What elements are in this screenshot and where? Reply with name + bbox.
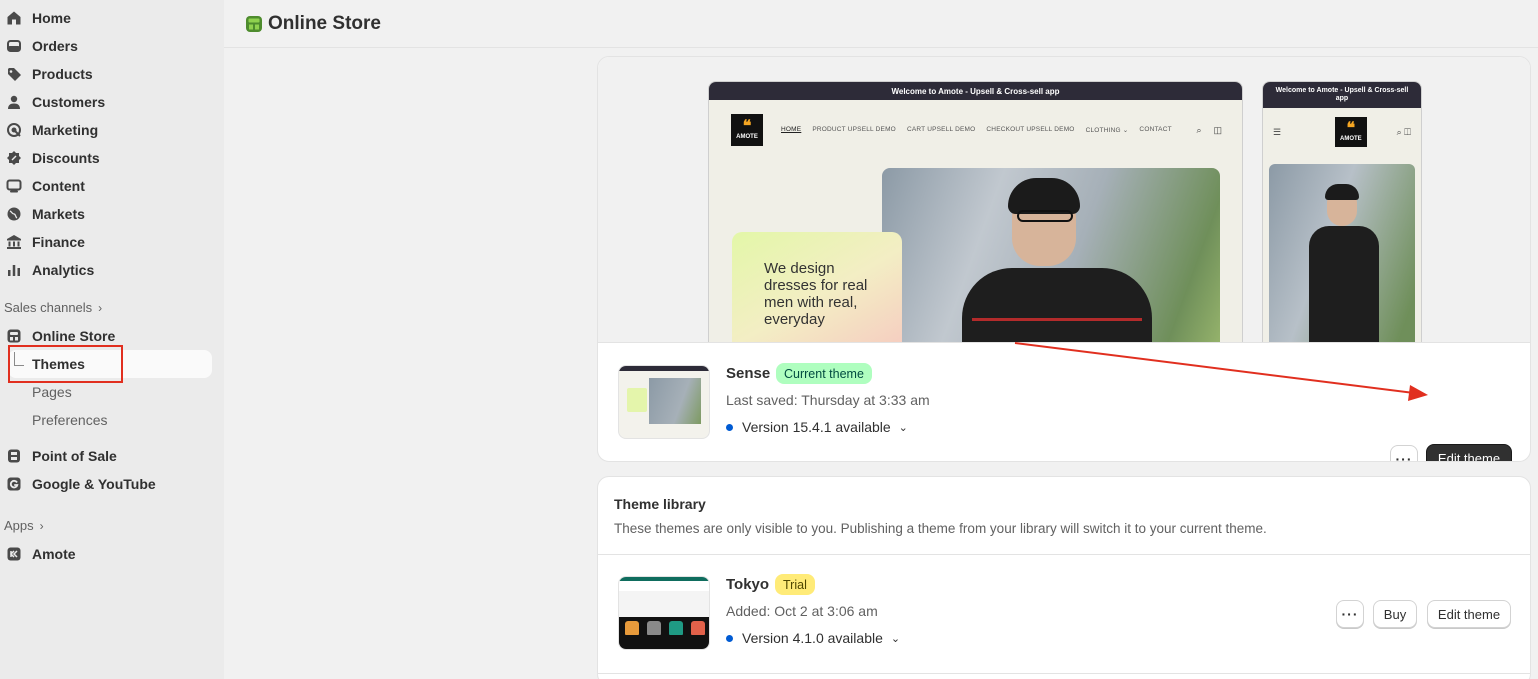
hero-text-card: We design dresses for real men with real… bbox=[732, 232, 902, 342]
status-badge: Trial bbox=[775, 574, 815, 595]
hamburger-menu-icon: ☰ bbox=[1273, 126, 1282, 137]
page-header: Online Store bbox=[224, 0, 1538, 48]
current-theme-card: Welcome to Amote - Upsell & Cross-sell a… bbox=[597, 56, 1531, 462]
sidebar-item-label: Google & YouTube bbox=[32, 476, 156, 492]
tag-icon bbox=[6, 66, 22, 82]
discount-icon bbox=[6, 150, 22, 166]
pos-icon bbox=[6, 448, 22, 464]
theme-preview[interactable]: Welcome to Amote - Upsell & Cross-sell a… bbox=[598, 57, 1530, 343]
bar-chart-icon bbox=[6, 262, 22, 278]
bank-icon bbox=[6, 234, 22, 250]
amote-logo: ❝ AMOTE bbox=[731, 114, 763, 146]
sidebar-item-preferences[interactable]: Preferences bbox=[8, 406, 212, 434]
version-dropdown[interactable]: Version 4.1.0 available ⌄ bbox=[726, 630, 900, 646]
sidebar-item-label: Products bbox=[32, 66, 93, 82]
sidebar-item-discounts[interactable]: Discounts bbox=[0, 144, 212, 172]
sidebar-item-analytics[interactable]: Analytics bbox=[0, 256, 212, 284]
sidebar-item-label: Discounts bbox=[32, 150, 100, 166]
sidebar-item-home[interactable]: Home bbox=[0, 4, 212, 32]
current-theme-row: Sense Current theme Last saved: Thursday… bbox=[598, 343, 1530, 461]
sidebar-item-label: Finance bbox=[32, 234, 85, 250]
cart-icon: ◫ bbox=[1213, 124, 1222, 135]
search-icon: ⌕ bbox=[1196, 124, 1202, 135]
mobile-hero-image bbox=[1269, 164, 1415, 342]
quote-mark-icon: ❝ bbox=[1346, 120, 1356, 137]
store-icon bbox=[6, 328, 22, 344]
search-icon: ⌕ ◫ bbox=[1396, 126, 1411, 137]
quote-mark-icon: ❝ bbox=[742, 118, 752, 135]
more-actions-button[interactable]: ··· bbox=[1336, 600, 1364, 628]
buy-button[interactable]: Buy bbox=[1373, 600, 1417, 628]
chevron-down-icon: ⌄ bbox=[890, 632, 901, 645]
target-icon bbox=[6, 122, 22, 138]
theme-name: Tokyo bbox=[726, 576, 770, 593]
info-dot-icon bbox=[726, 423, 733, 431]
amote-logo: ❝ AMOTE bbox=[1334, 117, 1367, 147]
amote-app-icon bbox=[6, 546, 22, 562]
themes-highlight-annotation bbox=[8, 345, 123, 383]
sidebar-item-customers[interactable]: Customers bbox=[0, 88, 212, 116]
sidebar-item-amote[interactable]: Amote bbox=[0, 540, 212, 568]
edit-theme-button[interactable]: Edit theme bbox=[1427, 600, 1511, 628]
sidebar-item-label: Orders bbox=[32, 38, 78, 54]
sidebar-item-products[interactable]: Products bbox=[0, 60, 212, 88]
chevron-right-icon: › bbox=[39, 518, 44, 533]
person-icon bbox=[6, 94, 22, 110]
sidebar-item-label: Analytics bbox=[32, 262, 95, 278]
sidebar-item-label: Customers bbox=[32, 94, 106, 110]
sidebar-item-point-of-sale[interactable]: Point of Sale bbox=[0, 442, 212, 470]
divider bbox=[598, 673, 1530, 674]
status-badge: Current theme bbox=[776, 363, 872, 384]
preview-site-nav: ❝ AMOTE HOME PRODUCT UPSELL DEMO CART UP… bbox=[731, 112, 1222, 148]
mobile-preview: Welcome to Amote - Upsell & Cross-sell a… bbox=[1262, 81, 1422, 342]
last-saved-text: Last saved: Thursday at 3:33 am bbox=[726, 392, 930, 408]
announcement-bar: Welcome to Amote - Upsell & Cross-sell a… bbox=[709, 82, 1242, 100]
globe-icon bbox=[6, 206, 22, 222]
edit-theme-button[interactable]: Edit theme bbox=[1426, 444, 1512, 461]
sidebar-item-label: Content bbox=[32, 178, 85, 194]
section-title: Theme library bbox=[614, 496, 706, 512]
version-dropdown[interactable]: Version 15.4.1 available ⌄ bbox=[726, 419, 908, 435]
preview-menu: HOME PRODUCT UPSELL DEMO CART UPSELL DEM… bbox=[781, 126, 1172, 134]
sidebar-item-orders[interactable]: Orders bbox=[0, 32, 212, 60]
added-date-text: Added: Oct 2 at 3:06 am bbox=[726, 603, 878, 619]
info-dot-icon bbox=[726, 634, 733, 642]
sidebar-item-google-youtube[interactable]: Google & YouTube bbox=[0, 470, 212, 498]
home-icon bbox=[6, 10, 22, 26]
sidebar-item-content[interactable]: Content bbox=[0, 172, 212, 200]
google-icon bbox=[6, 476, 22, 492]
hero-image bbox=[882, 168, 1220, 342]
sales-channels-header[interactable]: Sales channels › bbox=[4, 300, 102, 315]
sidebar: Home Orders Products Customers Marketing… bbox=[0, 0, 224, 679]
orders-icon bbox=[6, 38, 22, 54]
desktop-preview: Welcome to Amote - Upsell & Cross-sell a… bbox=[708, 81, 1243, 342]
apps-header[interactable]: Apps › bbox=[4, 518, 44, 533]
online-store-icon bbox=[244, 14, 264, 34]
divider bbox=[598, 554, 1530, 555]
chevron-right-icon: › bbox=[98, 300, 103, 315]
sidebar-item-marketing[interactable]: Marketing bbox=[0, 116, 212, 144]
content-icon bbox=[6, 178, 22, 194]
sidebar-item-label: Amote bbox=[32, 546, 76, 562]
sidebar-item-finance[interactable]: Finance bbox=[0, 228, 212, 256]
sidebar-item-label: Markets bbox=[32, 206, 85, 222]
sidebar-item-label: Marketing bbox=[32, 122, 99, 138]
announcement-bar: Welcome to Amote - Upsell & Cross-sell a… bbox=[1263, 82, 1421, 108]
sidebar-item-label: Point of Sale bbox=[32, 448, 117, 464]
sidebar-item-label: Online Store bbox=[32, 328, 116, 344]
theme-name: Sense bbox=[726, 365, 771, 382]
chevron-down-icon: ⌄ bbox=[898, 421, 908, 434]
page-title: Online Store bbox=[268, 12, 381, 34]
sidebar-item-label: Preferences bbox=[32, 412, 108, 428]
theme-thumbnail bbox=[618, 365, 710, 439]
more-actions-button[interactable]: ··· bbox=[1390, 445, 1418, 461]
section-description: These themes are only visible to you. Pu… bbox=[614, 521, 1267, 536]
sidebar-item-label: Pages bbox=[32, 384, 72, 400]
theme-library-card: Theme library These themes are only visi… bbox=[597, 476, 1531, 679]
sidebar-item-label: Home bbox=[32, 10, 71, 26]
theme-thumbnail bbox=[618, 576, 710, 650]
sidebar-item-markets[interactable]: Markets bbox=[0, 200, 212, 228]
